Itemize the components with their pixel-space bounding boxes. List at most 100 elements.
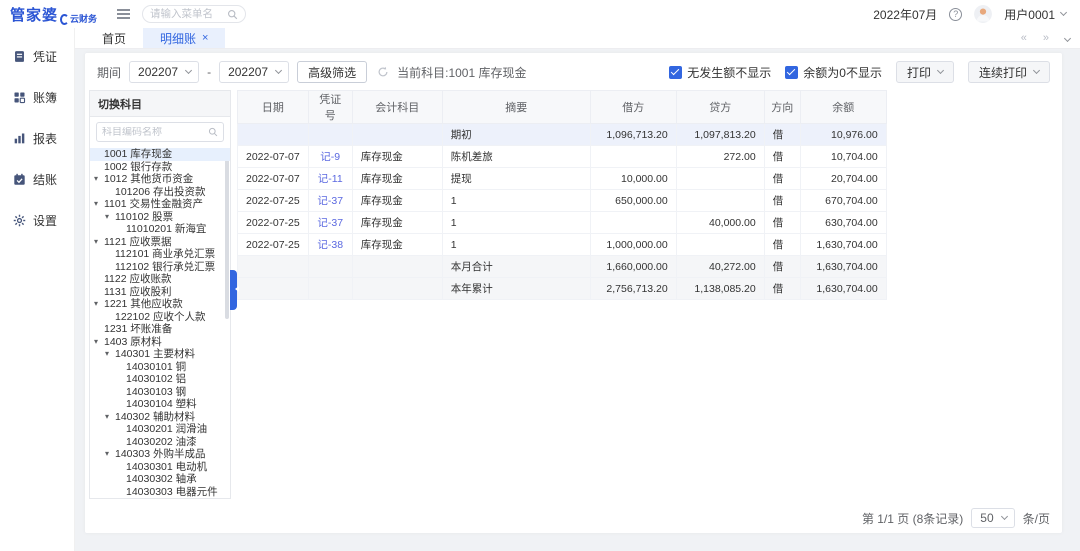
tabs-menu-icon[interactable]: [1065, 32, 1070, 44]
tree-item[interactable]: ▾140302 辅助材料: [90, 411, 230, 424]
period-to-select[interactable]: 202207: [219, 61, 289, 83]
avatar[interactable]: [974, 5, 992, 23]
cell-summary: 期初: [442, 124, 590, 146]
voucher-link[interactable]: 记-37: [317, 217, 343, 229]
tree-item[interactable]: 14030301 电动机: [90, 461, 230, 474]
tree-item[interactable]: 1231 坏账准备: [90, 323, 230, 336]
cell-date: 2022-07-25: [238, 212, 309, 234]
menu-search-input[interactable]: [150, 8, 223, 20]
tab-明细账[interactable]: 明细账×: [143, 28, 225, 48]
no-activity-checkbox[interactable]: 无发生额不显示: [669, 64, 771, 81]
ledger-row: 期初1,096,713.201,097,813.20借10,976.00: [238, 124, 887, 146]
tree-item-label: 14030201 润滑油: [126, 423, 207, 435]
tree-item[interactable]: 14030102 铝: [90, 373, 230, 386]
sidebar-item-voucher[interactable]: 凭证: [0, 36, 74, 77]
voucher-link[interactable]: 记-11: [318, 173, 343, 185]
voucher-link[interactable]: 记-37: [317, 195, 343, 207]
help-icon[interactable]: ?: [949, 8, 962, 21]
expand-arrow-icon[interactable]: ▾: [105, 448, 109, 461]
cell-voucher: 记-11: [308, 168, 352, 190]
sidebar-item-ledger[interactable]: 账簿: [0, 77, 74, 118]
tree-item-label: 1002 银行存款: [104, 161, 172, 173]
tab-首页[interactable]: 首页: [85, 28, 143, 48]
cell-voucher: [308, 124, 352, 146]
tree-item[interactable]: 112101 商业承兑汇票: [90, 248, 230, 261]
chevron-down-icon: [1060, 9, 1067, 16]
tree-item[interactable]: ▾1121 应收票据: [90, 236, 230, 249]
zero-balance-checkbox[interactable]: 余额为0不显示: [785, 64, 882, 81]
tree-item[interactable]: 14030104 塑料: [90, 398, 230, 411]
tree-item[interactable]: 1001 库存现金: [90, 148, 230, 161]
expand-arrow-icon[interactable]: ▾: [105, 411, 109, 424]
cell-debit: 1,660,000.00: [590, 256, 676, 278]
cell-summary: 1: [442, 190, 590, 212]
tree-item[interactable]: 11010201 新海宜: [90, 223, 230, 236]
tree-item[interactable]: ▾140301 主要材料: [90, 348, 230, 361]
panel-divider: [231, 90, 237, 499]
cell-subject: 库存现金: [352, 212, 442, 234]
tree-item[interactable]: 101206 存出投资款: [90, 186, 230, 199]
tree-item-label: 112102 银行承兑汇票: [115, 261, 215, 273]
tabs-scroll-left-icon[interactable]: «: [1021, 32, 1027, 44]
tree-item[interactable]: 14030202 油漆: [90, 436, 230, 449]
page-size-select[interactable]: 50: [971, 508, 1014, 528]
refresh-icon[interactable]: [377, 66, 389, 78]
tree-item[interactable]: ▾1403 原材料: [90, 336, 230, 349]
current-period-label: 2022年07月: [873, 6, 937, 23]
sidebar-item-closing[interactable]: 结账: [0, 159, 74, 200]
tab-bar: 首页明细账× « »: [75, 28, 1080, 49]
tree-search-box[interactable]: [96, 122, 224, 142]
tree-item-label: 14030202 油漆: [126, 436, 197, 448]
tree-item[interactable]: ▾1221 其他应收款: [90, 298, 230, 311]
tree-search-input[interactable]: [102, 127, 205, 138]
tree-item[interactable]: ▾110102 股票: [90, 211, 230, 224]
cell-subject: [352, 124, 442, 146]
tree-item[interactable]: 14030303 电器元件: [90, 486, 230, 499]
tree-item[interactable]: ▾ 1012 其他货币资金: [90, 173, 230, 186]
expand-arrow-icon[interactable]: ▾: [94, 298, 98, 311]
tabs-scroll-right-icon[interactable]: »: [1043, 32, 1049, 44]
expand-arrow-icon[interactable]: ▾: [105, 211, 109, 224]
tree-collapse-handle[interactable]: [230, 270, 237, 310]
period-from-select[interactable]: 202207: [129, 61, 199, 83]
tree-item-label: 14030102 铝: [126, 373, 186, 385]
voucher-link[interactable]: 记-9: [320, 151, 340, 163]
advanced-filter-button[interactable]: 高级筛选: [297, 61, 367, 83]
ledger-table-area: 日期凭证号会计科目摘要借方贷方方向余额期初1,096,713.201,097,8…: [237, 90, 1058, 499]
tree-item-label: 1012 其他货币资金: [104, 173, 193, 185]
chevron-down-icon: [1001, 513, 1008, 520]
expand-arrow-icon[interactable]: ▾: [94, 198, 98, 211]
tree-item[interactable]: 14030302 轴承: [90, 473, 230, 486]
tree-item[interactable]: 14030101 铜: [90, 361, 230, 374]
expand-arrow-icon[interactable]: ▾: [94, 236, 98, 249]
user-menu[interactable]: 用户0001: [1004, 6, 1066, 23]
tree-item[interactable]: 14030201 润滑油: [90, 423, 230, 436]
menu-collapse-icon[interactable]: [117, 9, 130, 19]
tree-item-label: 101206 存出投资款: [115, 186, 205, 198]
cell-voucher: 记-9: [308, 146, 352, 168]
tree-item[interactable]: ▾140303 外购半成品: [90, 448, 230, 461]
tree-item[interactable]: 122102 应收个人款: [90, 311, 230, 324]
tree-item-label: 1131 应收股利: [104, 286, 172, 298]
menu-search-box[interactable]: [142, 5, 246, 23]
tree-item[interactable]: 14030103 钢: [90, 386, 230, 399]
tree-item[interactable]: 112102 银行承兑汇票: [90, 261, 230, 274]
tree-item[interactable]: ▾1101 交易性金融资产: [90, 198, 230, 211]
cell-voucher: 记-37: [308, 212, 352, 234]
cell-subject: 库存现金: [352, 234, 442, 256]
brand-sub-text: 云财务: [70, 12, 97, 25]
sidebar-item-settings[interactable]: 设置: [0, 200, 74, 241]
voucher-link[interactable]: 记-38: [317, 239, 343, 251]
expand-arrow-icon[interactable]: ▾: [94, 173, 98, 186]
cell-credit: 1,097,813.20: [676, 124, 764, 146]
expand-arrow-icon[interactable]: ▾: [94, 336, 98, 349]
tree-item[interactable]: 1122 应收账款: [90, 273, 230, 286]
ledger-row: 2022-07-07记-11库存现金提现10,000.00借20,704.00: [238, 168, 887, 190]
expand-arrow-icon[interactable]: ▾: [105, 348, 109, 361]
sidebar-item-report[interactable]: 报表: [0, 118, 74, 159]
tree-item[interactable]: 1131 应收股利: [90, 286, 230, 299]
tree-item[interactable]: 1002 银行存款: [90, 161, 230, 174]
print-button[interactable]: 打印: [896, 61, 954, 83]
continuous-print-button[interactable]: 连续打印: [968, 61, 1050, 83]
tab-close-icon[interactable]: ×: [202, 33, 208, 44]
